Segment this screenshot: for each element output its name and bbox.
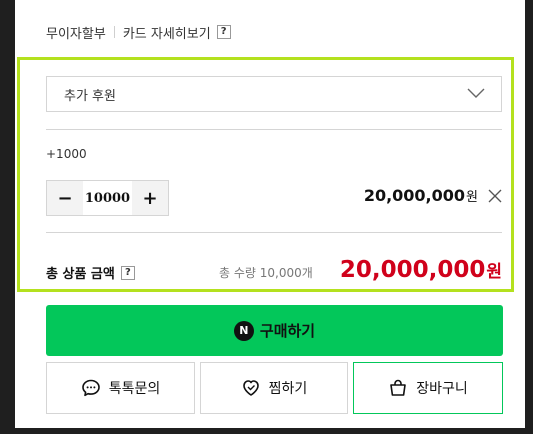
quantity-stepper: − 10000 +	[46, 180, 169, 216]
buy-button-label: 구매하기	[259, 322, 316, 340]
total-price: 20,000,000 원	[340, 257, 502, 283]
installment-label: 무이자할부	[46, 26, 106, 42]
increase-button[interactable]: +	[132, 181, 168, 215]
option-select[interactable]: 추가 후원	[46, 76, 502, 112]
naver-pay-icon: N	[233, 320, 254, 341]
installment-row: 무이자할부 카드 자세히보기 ?	[46, 22, 231, 42]
wishlist-button[interactable]: 찜하기	[200, 362, 348, 414]
close-icon[interactable]	[487, 188, 503, 204]
total-price-value: 20,000,000	[339, 257, 486, 283]
window-frame-bottom	[0, 428, 533, 434]
cart-button[interactable]: 장바구니	[353, 362, 503, 414]
divider	[46, 129, 502, 130]
help-icon[interactable]: ?	[216, 25, 231, 39]
card-details-link[interactable]: 카드 자세히보기	[123, 23, 211, 42]
divider	[113, 26, 115, 38]
shopping-bag-icon	[390, 379, 407, 396]
total-label: 총 상품 금액 ?	[46, 263, 135, 282]
total-label-text: 총 상품 금액	[46, 267, 115, 282]
selected-option-label: +1000	[46, 147, 87, 161]
divider	[46, 232, 502, 233]
option-select-value: 추가 후원	[64, 88, 116, 104]
item-price-unit: 원	[466, 190, 478, 205]
chat-bubble-icon	[81, 379, 100, 397]
cart-label: 장바구니	[416, 381, 468, 397]
window-frame-right	[525, 0, 533, 434]
chevron-down-icon	[467, 88, 485, 98]
total-price-unit: 원	[486, 262, 502, 282]
talk-inquiry-button[interactable]: 톡톡문의	[46, 362, 195, 414]
wishlist-label: 찜하기	[268, 381, 308, 397]
item-price: 20,000,000 원	[364, 186, 478, 205]
quantity-input[interactable]: 10000	[83, 181, 132, 215]
talk-inquiry-label: 톡톡문의	[108, 381, 161, 397]
decrease-button[interactable]: −	[47, 181, 83, 215]
window-frame-left	[0, 0, 15, 434]
buy-button[interactable]: N 구매하기	[46, 305, 503, 356]
help-icon[interactable]: ?	[120, 265, 135, 280]
total-quantity: 총 수량 10,000개	[219, 266, 313, 280]
heart-icon	[242, 380, 259, 396]
item-price-value: 20,000,000	[363, 186, 466, 205]
